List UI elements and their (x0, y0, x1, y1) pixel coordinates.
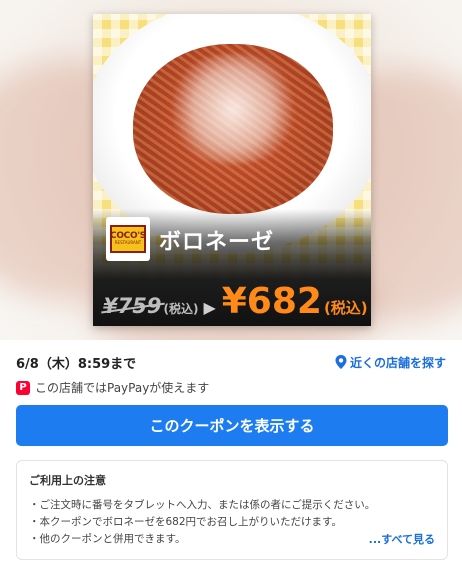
paypay-notice: P この店舗ではPayPayが使えます (16, 379, 209, 396)
note-item: ・本クーポンでボロネーゼを682円でお召し上がりいただけます。 (29, 516, 342, 528)
cocos-logo: COCO'S RESTAURANT (106, 217, 150, 261)
hero-banner: COCO'S RESTAURANT ボロネーゼ ¥759 (税込) ▶ ¥682… (0, 0, 462, 340)
usage-notes: ご利用上の注意 ・ご注文時に番号をタブレットへ入力、または係の者にご提示ください… (16, 460, 448, 560)
new-price: ¥682 (221, 281, 322, 322)
notes-title: ご利用上の注意 (29, 474, 106, 487)
nearby-stores-link[interactable]: 近くの店舗を探す (335, 354, 446, 371)
price-row: ¥759 (税込) ▶ ¥682 (税込) (103, 284, 368, 320)
arrow-right-icon: ▶ (203, 298, 216, 317)
logo-subtext: RESTAURANT (114, 240, 142, 246)
product-name: ボロネーゼ (159, 230, 275, 255)
nearby-stores-label: 近くの店舗を探す (349, 355, 446, 370)
see-all-link[interactable]: ...すべて見る (369, 531, 435, 547)
location-pin-icon (335, 355, 347, 369)
cheese-topping (163, 54, 303, 164)
expiry-date: 6/8（木）8:59まで (16, 356, 137, 372)
note-item: ・ご注文時に番号をタブレットへ入力、または係の者にご提示ください。 (29, 499, 376, 511)
paypay-text: この店舗ではPayPayが使えます (35, 381, 210, 395)
old-price: ¥759 (103, 294, 162, 318)
old-price-tax: (税込) (163, 302, 199, 316)
show-coupon-button[interactable]: このクーポンを表示する (16, 405, 448, 446)
new-price-tax: (税込) (323, 299, 368, 317)
coupon-card: COCO'S RESTAURANT ボロネーゼ ¥759 (税込) ▶ ¥682… (93, 14, 371, 326)
paypay-icon: P (16, 380, 30, 395)
coupon-info-row: 6/8（木）8:59まで 近くの店舗を探す (16, 352, 446, 372)
